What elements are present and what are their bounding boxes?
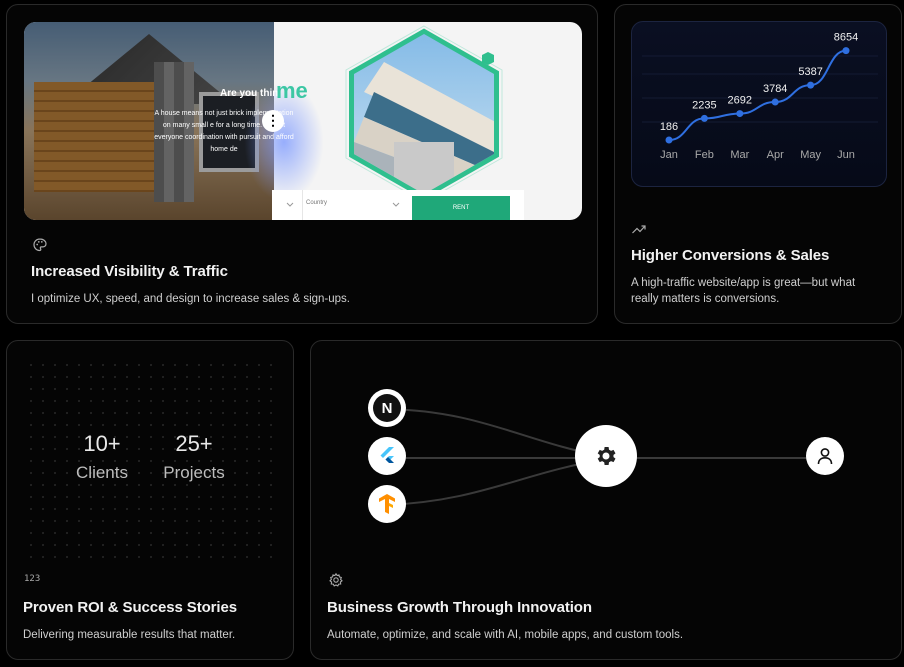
data-label: 2692: [728, 95, 752, 107]
data-point[interactable]: [771, 98, 779, 106]
data-label: 186: [660, 121, 678, 133]
roi-description: Delivering measurable results that matte…: [23, 629, 236, 641]
settings-icon: [329, 572, 343, 587]
x-tick-label: Jan: [660, 149, 678, 161]
palette-icon: [33, 238, 47, 252]
growth-card: N Business Growth Through Innovation Aut…: [310, 340, 902, 660]
gear-node: [575, 425, 637, 487]
data-point[interactable]: [665, 136, 673, 144]
x-tick-label: Mar: [730, 149, 749, 161]
gear-icon: [597, 447, 616, 465]
preview-hero-title: Are you thin: [220, 88, 279, 99]
rent-button[interactable]: RENT: [412, 196, 510, 220]
flutter-icon: [380, 447, 394, 463]
nextjs-icon: N: [373, 394, 401, 422]
data-label: 8654: [834, 32, 858, 44]
roi-title: Proven ROI & Success Stories: [23, 599, 237, 616]
data-point[interactable]: [842, 47, 850, 55]
conversions-description: A high-traffic website/app is great—but …: [631, 277, 856, 305]
conversions-card: 186 Jan 2235 Feb 2692 Mar 3784 Apr 5387 May 8654 Ju…: [614, 4, 902, 324]
preview-brand-fragment: me: [276, 78, 308, 103]
visibility-card: Are you thin A house means not just bric…: [6, 4, 598, 324]
conversions-chart: 186 Jan 2235 Feb 2692 Mar 3784 Apr 5387 May 8654 Ju…: [631, 21, 887, 187]
tensorflow-icon: [379, 494, 395, 514]
x-tick-label: Feb: [695, 149, 714, 161]
chevron-down-icon: [286, 202, 294, 207]
visibility-title: Increased Visibility & Traffic: [31, 263, 228, 280]
data-label: 5387: [798, 66, 822, 78]
user-node: [806, 437, 844, 475]
clients-label: Clients: [76, 463, 128, 482]
tensorflow-node: [368, 485, 406, 523]
nextjs-node: N: [368, 389, 406, 427]
projects-count: 25+: [175, 431, 213, 456]
chevron-down-icon: [392, 202, 400, 207]
growth-description: Automate, optimize, and scale with AI, m…: [327, 629, 684, 641]
series-line: [668, 49, 847, 142]
numbers-icon: 123: [24, 574, 41, 584]
conversions-title: Higher Conversions & Sales: [631, 247, 830, 264]
dot-grid-background: [25, 359, 275, 559]
clients-count: 10+: [83, 431, 121, 456]
projects-label: Projects: [163, 463, 225, 482]
data-point[interactable]: [807, 81, 815, 89]
website-preview-image: Are you thin A house means not just bric…: [24, 22, 582, 220]
flutter-node: [368, 437, 406, 475]
data-label: 2235: [692, 99, 716, 111]
user-icon: [817, 448, 833, 465]
visibility-description: I optimize UX, speed, and design to incr…: [31, 293, 350, 305]
growth-title: Business Growth Through Innovation: [327, 599, 592, 616]
data-point[interactable]: [736, 110, 744, 118]
data-point[interactable]: [700, 114, 708, 122]
roi-card: 10+ Clients 25+ Projects 123 Proven ROI …: [6, 340, 294, 660]
data-label: 3784: [763, 83, 787, 95]
line-chart: 186 Jan 2235 Feb 2692 Mar 3784 Apr 5387 May 8654 Ju…: [642, 32, 878, 161]
preview-menu-button[interactable]: ⋮: [262, 110, 284, 132]
country-select[interactable]: Country: [306, 200, 327, 206]
trending-up-icon: [632, 225, 646, 234]
x-tick-label: May: [800, 149, 821, 161]
x-tick-label: Jun: [837, 149, 855, 161]
building-hexagon-image: [345, 25, 503, 202]
x-tick-label: Apr: [767, 149, 784, 161]
